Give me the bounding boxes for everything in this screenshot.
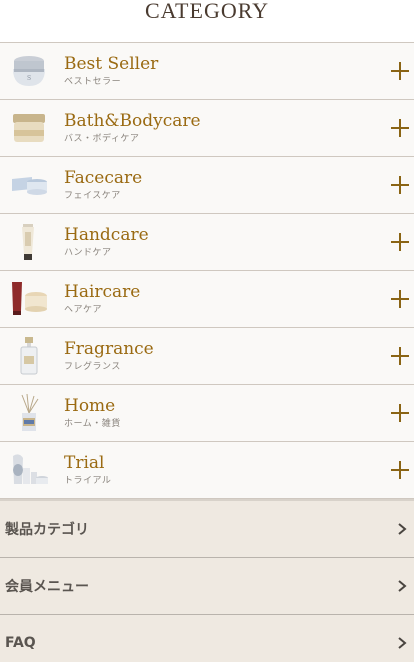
category-item-fragrance[interactable]: Fragrance フレグランス (0, 328, 414, 385)
category-name: Facecare (64, 168, 143, 188)
diffuser-icon (9, 391, 49, 435)
expand-plus-icon[interactable] (391, 404, 409, 422)
category-subtitle: トライアル (64, 476, 112, 486)
category-name: Trial (64, 453, 105, 473)
expand-plus-icon[interactable] (391, 347, 409, 365)
menu-item-member-menu[interactable]: 会員メニュー (0, 558, 414, 615)
category-subtitle: ヘアケア (64, 305, 103, 315)
expand-plus-icon[interactable] (391, 119, 409, 137)
expand-plus-icon[interactable] (391, 176, 409, 194)
menu-item-product-category[interactable]: 製品カテゴリ (0, 501, 414, 558)
expand-plus-icon[interactable] (391, 290, 409, 308)
category-name: Best Seller (64, 54, 159, 74)
menu-label: 会員メニュー (5, 579, 89, 595)
category-item-trial[interactable]: Trial トライアル (0, 442, 414, 499)
category-item-bath-bodycare[interactable]: Bath&Bodycare バス・ボディケア (0, 100, 414, 157)
expand-plus-icon[interactable] (391, 233, 409, 251)
category-item-facecare[interactable]: Facecare フェイスケア (0, 157, 414, 214)
jar-icon: S (9, 49, 49, 93)
chevron-right-icon (398, 523, 407, 535)
expand-plus-icon[interactable] (391, 461, 409, 479)
category-subtitle: ハンドケア (64, 248, 112, 258)
category-subtitle: ホーム・雑貨 (64, 419, 121, 429)
category-list: S Best Seller ベストセラー Bath&Bodycare バス・ボデ… (0, 42, 414, 499)
trial-kit-icon (9, 448, 49, 492)
category-name: Home (64, 396, 116, 416)
category-item-best-seller[interactable]: S Best Seller ベストセラー (0, 43, 414, 100)
perfume-bottle-icon (9, 334, 49, 378)
category-name: Handcare (64, 225, 149, 245)
category-subtitle: フレグランス (64, 362, 121, 372)
category-name: Fragrance (64, 339, 154, 359)
category-subtitle: ベストセラー (64, 77, 122, 87)
page-title: CATEGORY (0, 0, 414, 42)
hair-products-icon (9, 277, 49, 321)
tube-icon (9, 220, 49, 264)
category-item-handcare[interactable]: Handcare ハンドケア (0, 214, 414, 271)
face-jar-icon (9, 163, 49, 207)
svg-text:S: S (27, 75, 31, 82)
category-subtitle: フェイスケア (64, 191, 121, 201)
menu-label: 製品カテゴリ (5, 522, 89, 538)
expand-plus-icon[interactable] (391, 62, 409, 80)
category-subtitle: バス・ボディケア (64, 134, 140, 144)
chevron-right-icon (398, 580, 407, 592)
scrub-jar-icon (9, 106, 49, 150)
footer-menu: 製品カテゴリ 会員メニュー FAQ (0, 499, 414, 662)
category-item-haircare[interactable]: Haircare ヘアケア (0, 271, 414, 328)
category-page: CATEGORY S Best Seller ベストセラー Bath&Bodyc… (0, 0, 414, 662)
menu-item-faq[interactable]: FAQ (0, 615, 414, 662)
category-name: Haircare (64, 282, 141, 302)
category-item-home[interactable]: Home ホーム・雑貨 (0, 385, 414, 442)
category-name: Bath&Bodycare (64, 111, 201, 131)
menu-label: FAQ (5, 635, 36, 651)
chevron-right-icon (398, 637, 407, 649)
